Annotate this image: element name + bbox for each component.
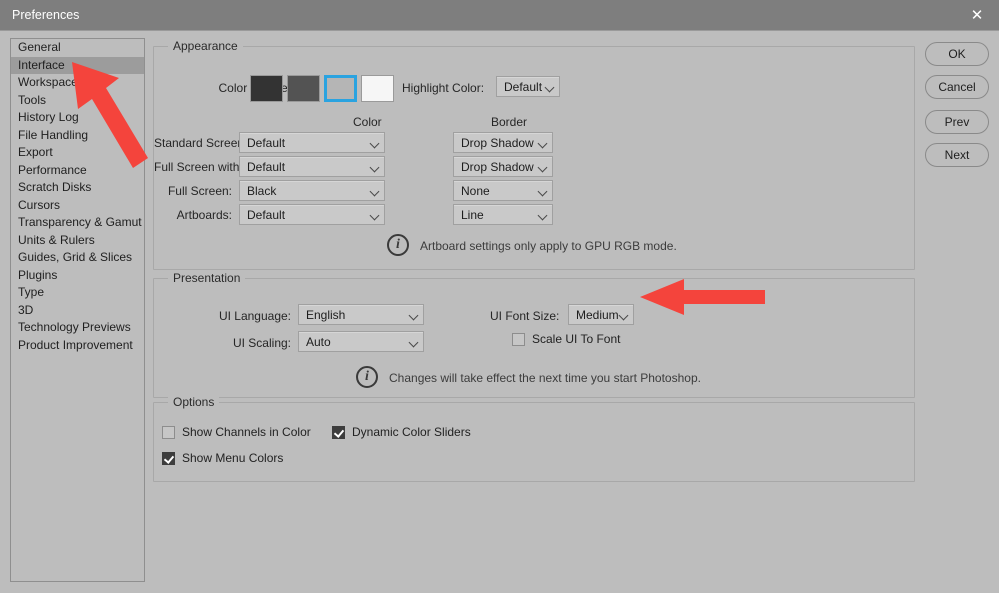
window-title: Preferences (12, 8, 80, 22)
highlight-color-dropdown[interactable]: Default (496, 76, 560, 97)
highlight-color-value: Default (504, 79, 543, 94)
ui-language-dropdown[interactable]: English (298, 304, 424, 325)
sidebar-item-type[interactable]: Type (11, 284, 144, 302)
show-channels-in-color-label: Show Channels in Color (182, 425, 311, 439)
ui-font-size-value: Medium (576, 307, 619, 322)
sidebar-item-scratch-disks[interactable]: Scratch Disks (11, 179, 144, 197)
sidebar-item-transparency-gamut[interactable]: Transparency & Gamut (11, 214, 144, 232)
chevron-down-icon (370, 162, 380, 172)
full-screen-with-menus-border-value: Drop Shadow (461, 159, 534, 174)
full-screen-with-menus-color-value: Default (247, 159, 286, 174)
prev-button[interactable]: Prev (925, 110, 989, 134)
sidebar-item-guides-grid-slices[interactable]: Guides, Grid & Slices (11, 249, 144, 267)
sidebar-item-cursors[interactable]: Cursors (11, 197, 144, 215)
show-channels-in-color-checkbox[interactable]: Show Channels in Color (162, 425, 311, 439)
dynamic-color-sliders-checkbox[interactable]: Dynamic Color Sliders (332, 425, 471, 439)
artboards-border-value: Line (461, 207, 484, 222)
standard-screen-mode-color-value: Default (247, 135, 286, 150)
chevron-down-icon (409, 337, 419, 347)
full-screen-color-dropdown[interactable]: Black (239, 180, 385, 201)
sidebar-item-plugins[interactable]: Plugins (11, 267, 144, 285)
sidebar-item-technology-previews[interactable]: Technology Previews (11, 319, 144, 337)
color-theme-swatch-medium[interactable] (324, 75, 357, 102)
standard-screen-mode-border-value: Drop Shadow (461, 135, 534, 150)
chevron-down-icon (370, 210, 380, 220)
presentation-group-title: Presentation (168, 271, 246, 285)
full-screen-border-value: None (461, 183, 490, 198)
full-screen-with-menus-label: Full Screen with Menus: (154, 160, 283, 174)
ui-scaling-dropdown[interactable]: Auto (298, 331, 424, 352)
highlight-color-label: Highlight Color: (402, 81, 485, 95)
color-theme-swatch-dark[interactable] (287, 75, 320, 102)
column-header-border: Border (491, 115, 528, 129)
sidebar-item-product-improvement[interactable]: Product Improvement (11, 337, 144, 355)
options-group-title: Options (168, 395, 220, 409)
info-icon: i (387, 234, 409, 256)
sidebar-item-units-rulers[interactable]: Units & Rulers (11, 232, 144, 250)
chevron-down-icon (409, 310, 419, 320)
checkbox-box (162, 425, 175, 439)
cancel-button[interactable]: Cancel (925, 75, 989, 99)
checkbox-box (332, 425, 345, 439)
close-icon[interactable]: ✕ (955, 0, 999, 30)
artboards-color-value: Default (247, 207, 286, 222)
preferences-category-list[interactable]: General Interface Workspace Tools Histor… (10, 38, 145, 582)
show-menu-colors-checkbox[interactable]: Show Menu Colors (162, 451, 283, 465)
sidebar-item-history-log[interactable]: History Log (11, 109, 144, 127)
ui-language-value: English (306, 307, 346, 322)
chevron-down-icon (538, 186, 548, 196)
standard-screen-mode-label: Standard Screen Mode: (154, 136, 281, 150)
chevron-down-icon (538, 138, 548, 148)
dynamic-color-sliders-label: Dynamic Color Sliders (352, 425, 471, 439)
column-header-color: Color (353, 115, 382, 129)
sidebar-item-3d[interactable]: 3D (11, 302, 144, 320)
ui-scaling-value: Auto (306, 334, 331, 349)
ok-button[interactable]: OK (925, 42, 989, 66)
artboards-border-dropdown[interactable]: Line (453, 204, 553, 225)
color-theme-swatch-light[interactable] (361, 75, 394, 102)
preferences-content: Appearance Color Theme: Highlight Color:… (153, 38, 915, 582)
chevron-down-icon (370, 186, 380, 196)
scale-ui-to-font-checkbox[interactable]: Scale UI To Font (512, 332, 621, 346)
chevron-down-icon (545, 82, 555, 92)
full-screen-label: Full Screen: (167, 184, 232, 198)
checkbox-box (162, 451, 175, 465)
info-icon: i (356, 366, 378, 388)
artboards-label: Artboards: (176, 208, 232, 222)
next-button[interactable]: Next (925, 143, 989, 167)
full-screen-border-dropdown[interactable]: None (453, 180, 553, 201)
appearance-group-title: Appearance (168, 39, 243, 53)
presentation-note-text: Changes will take effect the next time y… (389, 371, 701, 385)
ui-language-label: UI Language: (218, 309, 291, 323)
standard-screen-mode-color-dropdown[interactable]: Default (239, 132, 385, 153)
artboard-note-text: Artboard settings only apply to GPU RGB … (420, 239, 677, 253)
sidebar-item-performance[interactable]: Performance (11, 162, 144, 180)
color-theme-swatch-darkest[interactable] (250, 75, 283, 102)
ui-scaling-label: UI Scaling: (232, 336, 291, 350)
artboards-color-dropdown[interactable]: Default (239, 204, 385, 225)
sidebar-item-file-handling[interactable]: File Handling (11, 127, 144, 145)
chevron-down-icon (538, 162, 548, 172)
standard-screen-mode-border-dropdown[interactable]: Drop Shadow (453, 132, 553, 153)
scale-ui-to-font-label: Scale UI To Font (532, 332, 621, 346)
chevron-down-icon (619, 310, 629, 320)
chevron-down-icon (538, 210, 548, 220)
presentation-group: Presentation UI Language: English UI Sca… (153, 271, 915, 398)
ui-font-size-label: UI Font Size: (490, 309, 560, 323)
sidebar-item-export[interactable]: Export (11, 144, 144, 162)
ui-font-size-dropdown[interactable]: Medium (568, 304, 634, 325)
show-menu-colors-label: Show Menu Colors (182, 451, 284, 465)
appearance-group: Appearance Color Theme: Highlight Color:… (153, 39, 915, 270)
full-screen-with-menus-color-dropdown[interactable]: Default (239, 156, 385, 177)
sidebar-item-tools[interactable]: Tools (11, 92, 144, 110)
sidebar-item-general[interactable]: General (11, 39, 144, 57)
sidebar-item-interface[interactable]: Interface (11, 56, 144, 74)
options-group: Options Show Channels in Color Dynamic C… (153, 395, 915, 482)
window-titlebar: Preferences ✕ (0, 0, 999, 31)
full-screen-with-menus-border-dropdown[interactable]: Drop Shadow (453, 156, 553, 177)
sidebar-item-workspace[interactable]: Workspace (11, 74, 144, 92)
full-screen-color-value: Black (247, 183, 277, 198)
chevron-down-icon (370, 138, 380, 148)
checkbox-box (512, 332, 525, 346)
